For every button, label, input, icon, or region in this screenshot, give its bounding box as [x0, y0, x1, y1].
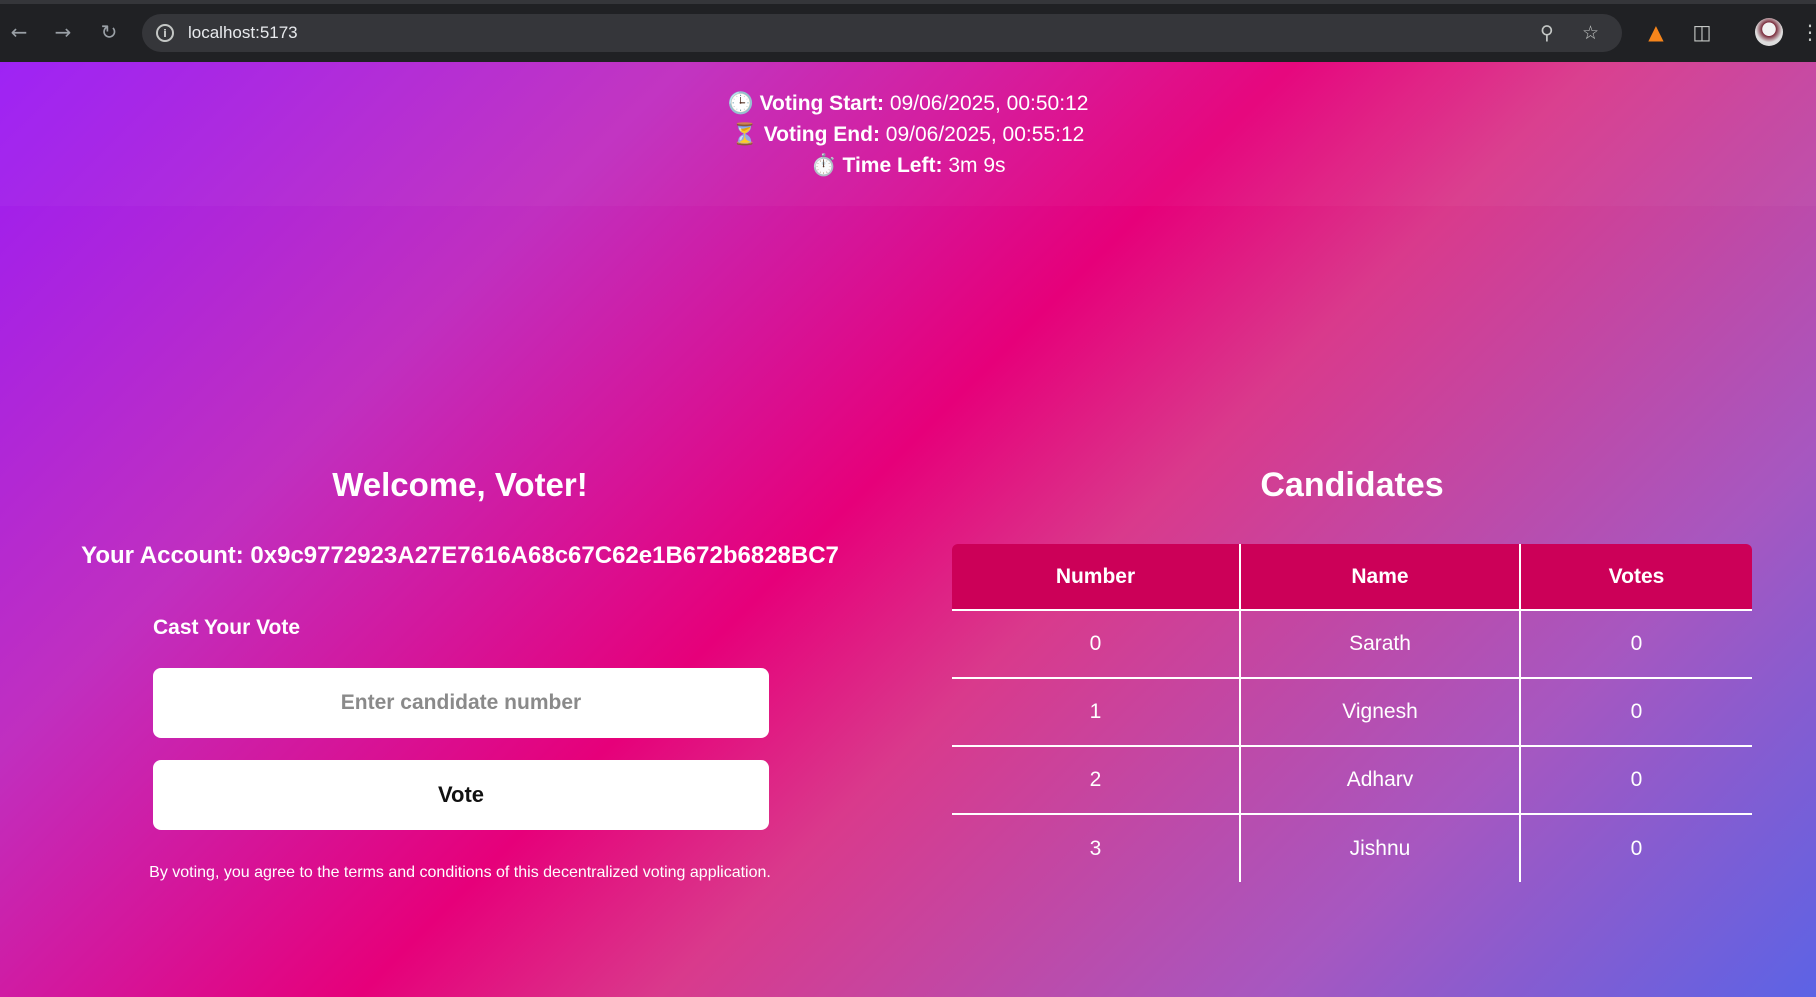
- candidate-number: 0: [952, 609, 1240, 678]
- address-bar[interactable]: i localhost:5173 ⚲ ☆: [142, 14, 1622, 52]
- account-address: Your Account: 0x9c9772923A27E7616A68c67C…: [81, 542, 839, 569]
- table-header-row: Number Name Votes: [952, 544, 1752, 610]
- candidate-name: Jishnu: [1239, 813, 1520, 882]
- candidate-number: 2: [952, 745, 1240, 814]
- table-row: 0 Sarath 0: [952, 609, 1752, 678]
- metamask-extension-button[interactable]: ▲: [1642, 18, 1670, 46]
- url-text[interactable]: localhost:5173: [188, 23, 298, 43]
- arrow-right-icon: →: [54, 20, 72, 44]
- profile-avatar[interactable]: [1755, 18, 1783, 46]
- terms-text: By voting, you agree to the terms and co…: [149, 864, 771, 881]
- arrow-left-icon: ←: [10, 20, 28, 44]
- zoom-icon: ⚲: [1540, 22, 1554, 44]
- cast-vote-label: Cast Your Vote: [153, 616, 301, 639]
- candidate-number: 3: [952, 813, 1240, 882]
- candidate-votes: 0: [1519, 813, 1752, 882]
- kebab-menu-icon[interactable]: ⋮: [1800, 20, 1816, 44]
- candidate-name: Sarath: [1239, 609, 1520, 678]
- reload-button[interactable]: ↻: [94, 17, 124, 47]
- candidates-heading: Candidates: [1260, 466, 1444, 504]
- table-row: 1 Vignesh 0: [952, 677, 1752, 746]
- metamask-fox-icon: ▲: [1648, 20, 1664, 44]
- candidate-name: Adharv: [1239, 745, 1520, 814]
- welcome-heading: Welcome, Voter!: [332, 466, 588, 503]
- back-button[interactable]: ←: [4, 17, 34, 47]
- column-header-number: Number: [952, 544, 1240, 610]
- puzzle-extensions-icon: ◫: [1692, 20, 1712, 44]
- star-icon: ☆: [1582, 22, 1600, 44]
- vote-button[interactable]: Vote: [153, 760, 769, 830]
- candidates-panel: Candidates Number Name Votes 0 Sarath 0 …: [952, 62, 1752, 997]
- column-header-name: Name: [1239, 544, 1520, 610]
- table-row: 2 Adharv 0: [952, 745, 1752, 814]
- forward-button[interactable]: →: [48, 17, 78, 47]
- candidate-number: 1: [952, 677, 1240, 746]
- candidates-table: Number Name Votes 0 Sarath 0 1 Vignesh 0…: [952, 544, 1752, 882]
- reload-icon: ↻: [100, 20, 118, 44]
- info-icon[interactable]: i: [156, 24, 174, 42]
- bookmark-button[interactable]: ☆: [1582, 14, 1599, 52]
- extensions-button[interactable]: ◫: [1688, 18, 1716, 46]
- voter-panel: Welcome, Voter! Your Account: 0x9c977292…: [0, 62, 920, 997]
- column-header-votes: Votes: [1519, 544, 1752, 610]
- table-row: 3 Jishnu 0: [952, 813, 1752, 882]
- tab-strip-edge: [0, 0, 1816, 4]
- candidate-votes: 0: [1519, 609, 1752, 678]
- candidate-number-input[interactable]: [153, 668, 769, 738]
- zoom-button[interactable]: ⚲: [1540, 14, 1554, 52]
- candidate-name: Vignesh: [1239, 677, 1520, 746]
- browser-toolbar: ← → ↻ i localhost:5173 ⚲ ☆ ▲ ◫ ⋮: [0, 0, 1816, 62]
- candidate-votes: 0: [1519, 677, 1752, 746]
- candidate-votes: 0: [1519, 745, 1752, 814]
- voting-page: 🕒 Voting Start: 09/06/2025, 00:50:12 ⏳ V…: [0, 62, 1816, 997]
